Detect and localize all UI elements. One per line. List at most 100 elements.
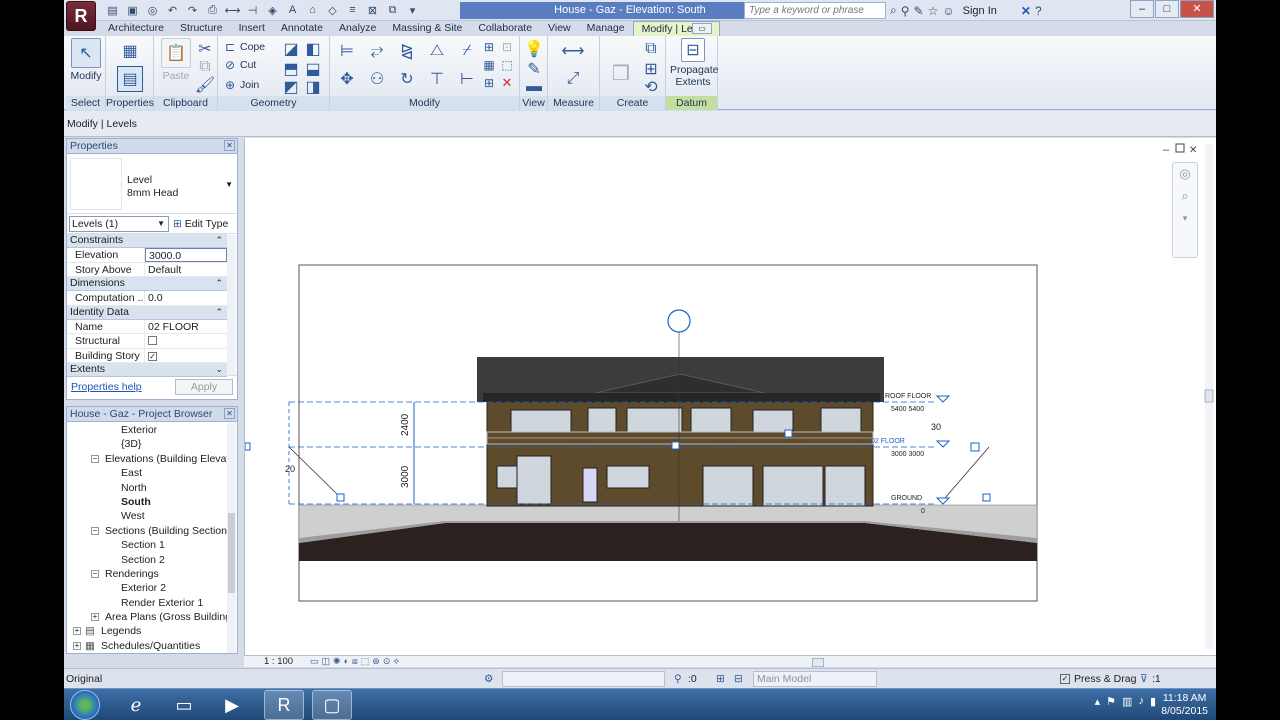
expand-icon[interactable]: + [73, 627, 81, 636]
tree-item-section-1[interactable]: Section 1 [67, 538, 227, 552]
tab-insert[interactable]: Insert [231, 21, 273, 36]
analytical-model-icon[interactable]: ⟡ [393, 656, 399, 667]
filter-icon[interactable]: ⊽ [1140, 669, 1148, 689]
pin-icon[interactable]: ⊞ [480, 38, 498, 56]
copy-element-icon[interactable]: ⚇ [366, 68, 388, 90]
tab-collaborate[interactable]: Collaborate [470, 21, 540, 36]
tree-item-3d[interactable]: {3D} [67, 437, 227, 451]
open-icon[interactable]: ▤ [104, 2, 121, 18]
tab-view[interactable]: View [540, 21, 579, 36]
exclude-options-icon[interactable]: ⊟ [734, 669, 743, 689]
3d-view-icon[interactable]: ⌂ [304, 2, 321, 18]
visual-style-icon[interactable]: ◫ [322, 656, 331, 667]
horizontal-scroll-thumb[interactable] [812, 658, 824, 667]
expand-icon[interactable]: + [91, 613, 99, 622]
volume-icon[interactable]: ♪ [1138, 695, 1144, 708]
subscription-icon[interactable]: ⚲ [901, 4, 910, 18]
level-head-ground[interactable]: GROUND [891, 495, 922, 502]
move-icon[interactable]: ✥ [336, 68, 358, 90]
section-icon[interactable]: ◇ [324, 2, 341, 18]
instance-filter-select[interactable]: Levels (1) ▼ [69, 216, 169, 232]
group-constraints[interactable]: Constraints ⌃ [67, 234, 227, 248]
revit-taskbar-icon[interactable]: R [264, 690, 304, 720]
view-minimize-icon[interactable]: – [1163, 144, 1170, 156]
lock-icon[interactable] [336, 493, 345, 502]
tree-item-south[interactable]: South [67, 495, 227, 509]
redo-icon[interactable]: ↷ [184, 2, 201, 18]
signal-icon[interactable]: ▮ [1150, 695, 1156, 708]
measure-icon[interactable]: ⟷ [224, 2, 241, 18]
minimize-button[interactable]: – [1130, 0, 1154, 18]
binoculars-icon[interactable]: ⌕ [890, 3, 897, 18]
help-icon[interactable]: ? [1035, 4, 1042, 18]
window-taskbar-icon[interactable]: ▢ [312, 690, 352, 720]
split-gap-icon[interactable]: ⊞ [480, 74, 498, 92]
tree-item-north[interactable]: North [67, 481, 227, 495]
tree-item-section-2[interactable]: Section 2 [67, 553, 227, 567]
sync-icon[interactable]: ◎ [144, 2, 161, 18]
structural-checkbox[interactable] [148, 336, 157, 345]
tree-item-elevations[interactable]: − Elevations (Building Elevatio [67, 452, 227, 466]
unjoin-icon[interactable]: ◩ [280, 76, 302, 98]
trim-icon[interactable]: ⊤ [426, 68, 448, 90]
name-value[interactable]: 02 FLOOR [145, 320, 227, 334]
join-button[interactable]: ⊕ Join [222, 76, 259, 94]
expand-icon[interactable]: + [73, 641, 81, 650]
tree-item-exterior-2[interactable]: Exterior 2 [67, 581, 227, 595]
align-icon[interactable]: ⊨ [336, 40, 358, 62]
browser-close-icon[interactable]: ✕ [224, 408, 235, 419]
tree-item-render-exterior-1[interactable]: Render Exterior 1 [67, 596, 227, 610]
cope-button[interactable]: ⊏ Cope [222, 38, 265, 56]
temporary-hide-icon[interactable]: ⊛ [372, 656, 380, 667]
editable-only-icon[interactable]: ⚲ [674, 669, 682, 689]
tree-item-renderings[interactable]: − Renderings [67, 567, 227, 581]
group-identity-data[interactable]: Identity Data ⌃ [67, 305, 227, 320]
remove-paint-icon[interactable]: ◨ [302, 76, 324, 98]
qat-dropdown-icon[interactable]: ▾ [404, 2, 421, 18]
switch-windows-icon[interactable]: ⧉ [384, 2, 401, 18]
type-properties-icon[interactable]: ▦ [119, 40, 141, 62]
linework-icon[interactable]: ▬ [523, 76, 545, 98]
tab-massing-site[interactable]: Massing & Site [384, 21, 470, 36]
level-head-02-floor[interactable]: 02 FLOOR [871, 438, 905, 445]
scale-icon[interactable]: ⬚ [498, 56, 516, 74]
search-input[interactable]: Type a keyword or phrase [744, 2, 886, 19]
split-face-icon[interactable]: ◪ [280, 38, 302, 60]
hide-bulb-icon[interactable]: 💡 [523, 38, 545, 60]
computation-value[interactable]: 0.0 [145, 291, 227, 305]
tag-icon[interactable]: ◈ [264, 2, 281, 18]
mirror-draw-icon[interactable]: ⧍ [426, 40, 448, 62]
story-above-value[interactable]: Default [145, 263, 227, 277]
paste-button[interactable]: 📋 Paste [158, 38, 194, 82]
user-icon[interactable]: ☺ [942, 4, 954, 18]
zoom-icon[interactable]: ⌕ [1173, 185, 1197, 207]
workset-select[interactable] [502, 671, 665, 687]
mirror-axis-icon[interactable]: ⧎ [396, 40, 418, 62]
press-drag-checkbox[interactable]: ✓ [1060, 674, 1070, 684]
crop-view-icon[interactable]: ⧈ [352, 656, 358, 667]
paint-icon[interactable]: ◧ [302, 38, 324, 60]
thin-lines-icon[interactable]: ≡ [344, 2, 361, 18]
group-dimensions[interactable]: Dimensions ⌃ [67, 277, 227, 291]
create-similar-icon[interactable]: ⟲ [640, 76, 662, 98]
tab-annotate[interactable]: Annotate [273, 21, 331, 36]
view-scale[interactable]: 1 : 100 [264, 656, 293, 667]
tab-manage[interactable]: Manage [579, 21, 633, 36]
tab-analyze[interactable]: Analyze [331, 21, 384, 36]
propagate-extents-button[interactable]: ⊟ Propagate Extents [670, 38, 718, 88]
network-icon[interactable]: ▥ [1122, 695, 1132, 708]
dimension-2400[interactable]: 2400 [400, 413, 411, 436]
shadows-icon[interactable]: ◐ [344, 656, 349, 667]
lock-icon[interactable] [784, 429, 793, 438]
create-assembly-icon[interactable]: ❒ [606, 58, 636, 88]
rotate-icon[interactable]: ↻ [396, 68, 418, 90]
tree-item-legends[interactable]: + ▤ Legends [67, 624, 227, 638]
communication-icon[interactable]: ✎ [914, 4, 924, 18]
maximize-button[interactable]: □ [1155, 0, 1179, 18]
tab-architecture[interactable]: Architecture [100, 21, 172, 36]
close-button[interactable]: ✕ [1180, 0, 1214, 18]
ribbon-minimize-toggle[interactable]: ▭ [692, 23, 712, 34]
tray-arrow-icon[interactable]: ▴ [1095, 695, 1101, 708]
create-parts-icon[interactable]: ⧉ [640, 38, 662, 60]
drawing-canvas[interactable]: – ✕ 2400 3000 20 30 ROOF FLOOR 5400 5400… [244, 138, 1216, 655]
